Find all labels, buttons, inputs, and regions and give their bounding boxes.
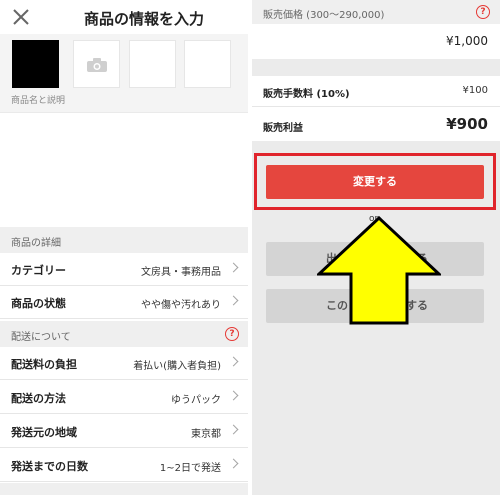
fee-label: 販売手数料 (10%): [263, 89, 350, 100]
help-icon[interactable]: ?: [476, 5, 490, 19]
row-value: 着払い(購入者負担): [133, 361, 221, 372]
row-label: 発送元の地域: [11, 426, 77, 439]
price-header: 販売価格 (300〜290,000) ?: [252, 0, 500, 24]
fee-value: ¥100: [462, 85, 488, 96]
arrow-up-icon: [317, 216, 441, 325]
photo-slot[interactable]: [184, 40, 231, 88]
row-label: 配送の方法: [11, 392, 66, 405]
change-button[interactable]: 変更する: [266, 165, 484, 199]
row-shipping-method[interactable]: 配送の方法 ゆうパック: [0, 381, 248, 414]
row-value: 文房具・事務用品: [141, 267, 221, 278]
row-label: 配送料の負担: [11, 358, 77, 371]
page-title: 商品の情報を入力: [83, 10, 204, 28]
row-label: 発送までの日数: [11, 460, 88, 473]
section-title: 商品の詳細: [11, 238, 61, 249]
row-value: ゆうパック: [171, 395, 221, 406]
add-photo-slot[interactable]: [73, 40, 120, 88]
price-input-row[interactable]: ¥1,000: [252, 24, 500, 59]
description-caption: 商品名と説明: [11, 96, 66, 106]
footer-spacer: [0, 483, 248, 495]
chevron-right-icon: [228, 356, 239, 367]
photo-slot[interactable]: [129, 40, 176, 88]
profit-value: ¥900: [446, 115, 488, 133]
chevron-right-icon: [228, 458, 239, 469]
row-value: 東京都: [191, 429, 221, 440]
fee-row: 販売手数料 (10%) ¥100: [252, 76, 500, 107]
row-value: やや傷や汚れあり: [141, 300, 221, 311]
profit-label: 販売利益: [263, 123, 303, 134]
section-title: 配送について: [11, 332, 71, 343]
chevron-right-icon: [228, 390, 239, 401]
price-value: ¥1,000: [446, 34, 488, 48]
photo-thumbnail[interactable]: [12, 40, 59, 88]
camera-icon: [87, 58, 107, 72]
row-ship-from-region[interactable]: 発送元の地域 東京都: [0, 415, 248, 448]
description-area[interactable]: [0, 112, 248, 225]
row-condition[interactable]: 商品の状態 やや傷や汚れあり: [0, 286, 248, 319]
chevron-right-icon: [228, 424, 239, 435]
row-label: カテゴリー: [11, 264, 66, 277]
row-shipping-fee[interactable]: 配送料の負担 着払い(購入者負担): [0, 347, 248, 380]
profit-row: 販売利益 ¥900: [252, 107, 500, 141]
chevron-right-icon: [228, 262, 239, 273]
help-icon[interactable]: ?: [225, 327, 239, 341]
close-icon[interactable]: [11, 7, 31, 27]
listing-form-panel: 商品の情報を入力 商品名と説明 商品の詳細 カテゴリー 文房具・事務用品 商品の…: [0, 0, 248, 495]
price-range-label: 販売価格 (300〜290,000): [263, 10, 385, 21]
header-bar: 商品の情報を入力: [0, 0, 248, 35]
row-category[interactable]: カテゴリー 文房具・事務用品: [0, 253, 248, 286]
row-label: 商品の状態: [11, 297, 66, 310]
row-value: 1~2日で発送: [159, 463, 221, 474]
row-days-to-ship[interactable]: 発送までの日数 1~2日で発送: [0, 449, 248, 482]
shipping-section-header: 配送について ?: [0, 321, 248, 347]
chevron-right-icon: [228, 295, 239, 306]
details-section-header: 商品の詳細: [0, 227, 248, 253]
